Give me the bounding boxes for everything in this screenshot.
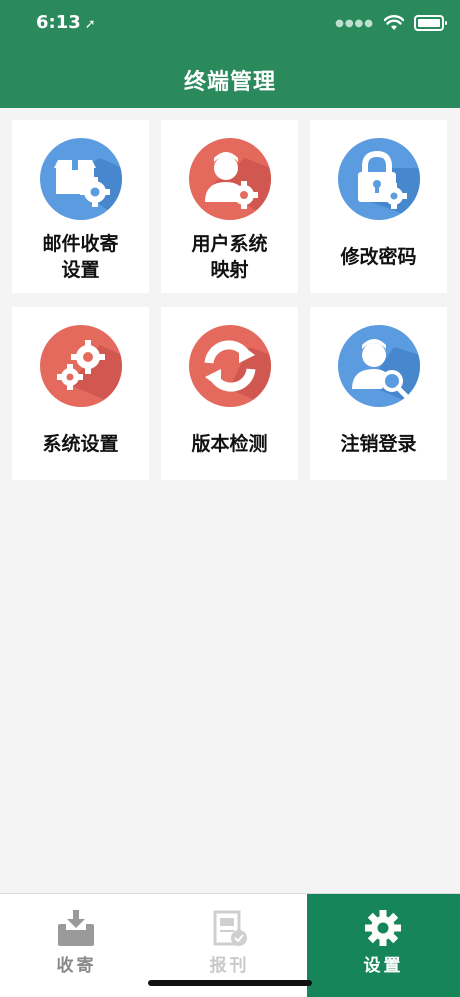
tile-mail-settings[interactable]: 邮件收寄 设置 — [12, 120, 149, 293]
gear-icon — [365, 910, 401, 946]
tile-label: 版本检测 — [191, 433, 268, 455]
tile-change-password[interactable]: 修改密码 — [310, 120, 447, 293]
clock: 6:13 — [36, 12, 81, 33]
package-gear-icon — [40, 138, 122, 220]
inbox-icon — [58, 910, 94, 946]
user-gear-icon — [189, 138, 271, 220]
user-search-icon — [338, 325, 420, 407]
tab-settings[interactable]: 设置 — [307, 894, 460, 997]
tile-user-mapping[interactable]: 用户系统 映射 — [161, 120, 298, 293]
tile-logout[interactable]: 注销登录 — [310, 307, 447, 480]
tile-label: 用户系统 映射 — [191, 233, 268, 281]
page-title: 终端管理 — [183, 70, 276, 95]
refresh-icon — [189, 325, 271, 407]
tile-version-check[interactable]: 版本检测 — [161, 307, 298, 480]
home-indicator — [148, 980, 312, 986]
tile-label: 修改密码 — [340, 246, 417, 268]
tile-system-settings[interactable]: 系统设置 — [12, 307, 149, 480]
tile-label: 邮件收寄 设置 — [42, 233, 119, 281]
lock-gear-icon — [338, 138, 420, 220]
tab-label: 收寄 — [56, 956, 97, 976]
tile-label: 注销登录 — [340, 433, 417, 455]
newspaper-icon — [213, 910, 247, 946]
tab-receive[interactable]: 收寄 — [0, 894, 153, 997]
wifi-icon — [384, 15, 404, 30]
battery-icon — [414, 15, 447, 31]
tab-label: 设置 — [363, 956, 404, 976]
location-arrow-icon: ➚ — [84, 17, 96, 32]
gears-icon — [40, 325, 122, 407]
status-indicators: ●●●● — [335, 13, 447, 33]
tab-label: 报刊 — [209, 956, 250, 976]
app-header: 6:13 ➚ ●●●● 终端管理 — [0, 0, 460, 108]
status-time: 6:13 ➚ — [36, 12, 96, 33]
signal-dots-icon: ●●●● — [335, 17, 374, 29]
tile-label: 系统设置 — [42, 433, 119, 455]
